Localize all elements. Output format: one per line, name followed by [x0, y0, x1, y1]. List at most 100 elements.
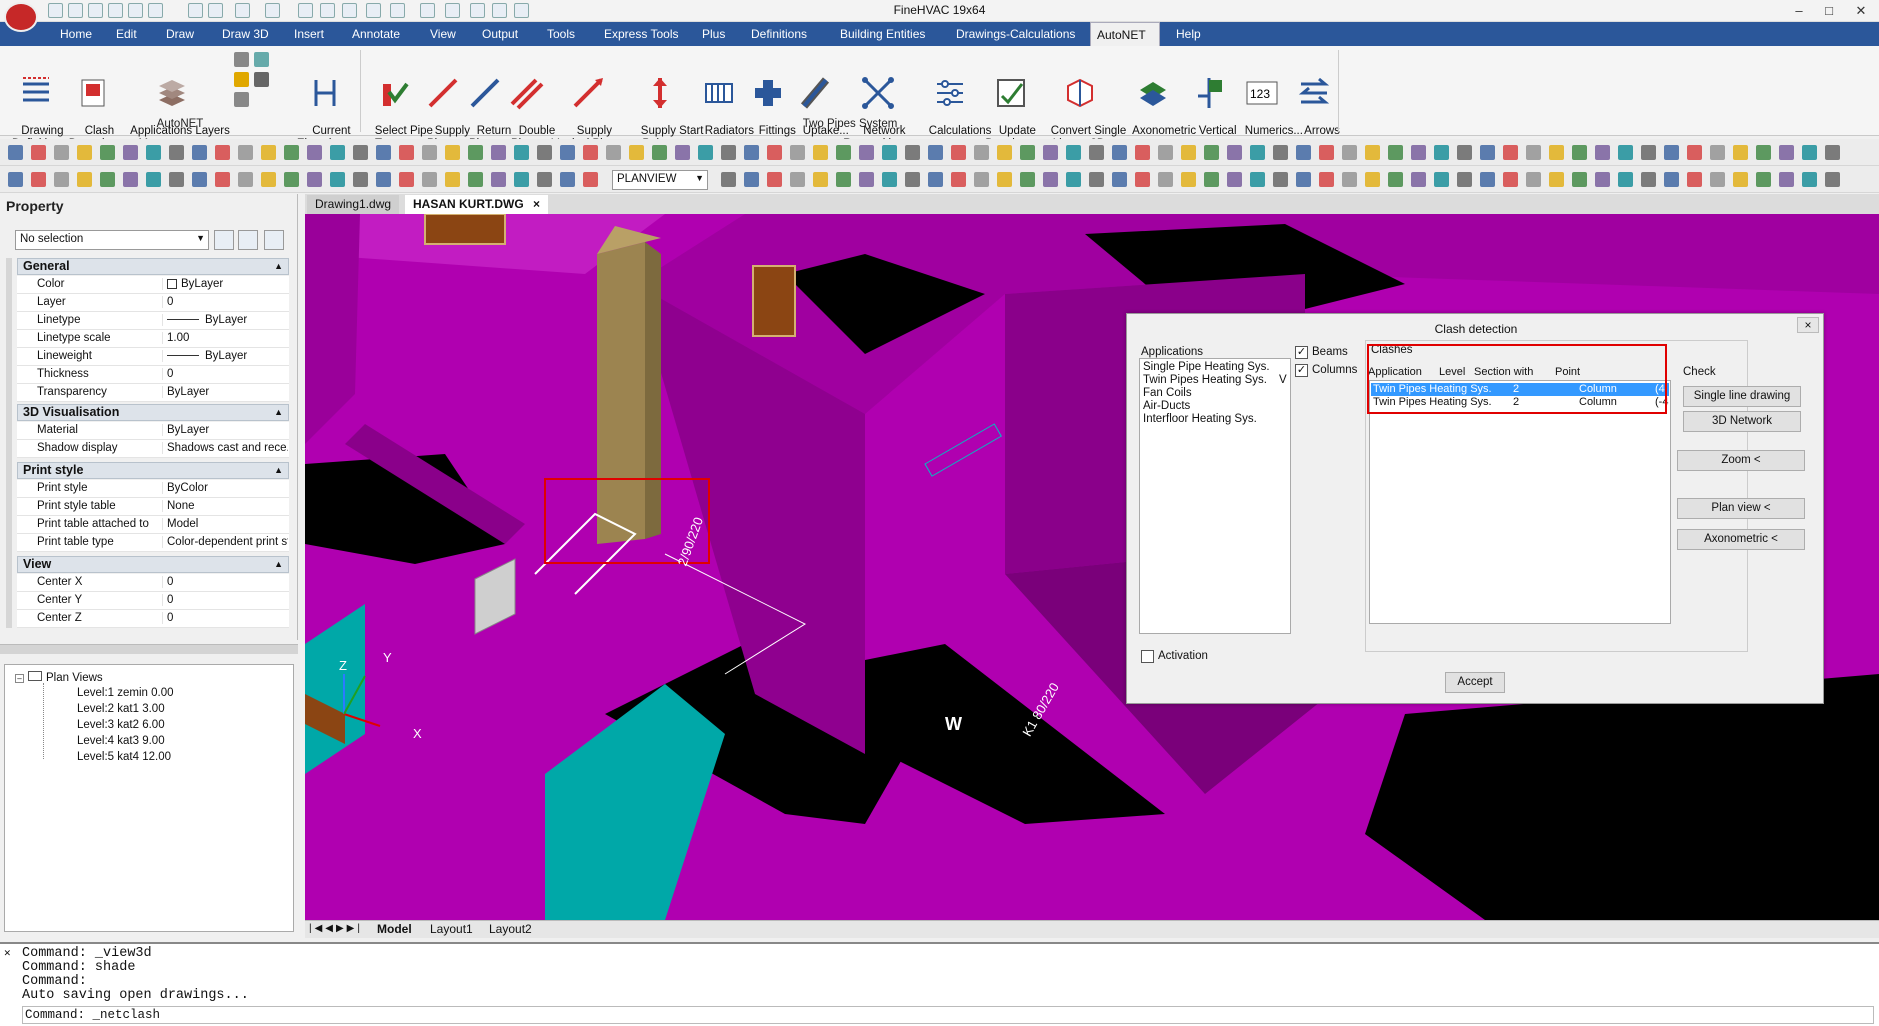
toolbar-tool-icon[interactable]	[767, 145, 782, 160]
toolbar-tool-icon[interactable]	[1572, 145, 1587, 160]
toolbar-tool-icon[interactable]	[261, 145, 276, 160]
doc-tab-hasan-kurt[interactable]: HASAN KURT.DWG ×	[405, 195, 549, 214]
toolbar-tool-icon[interactable]	[169, 172, 184, 187]
toolbar-tool-icon[interactable]	[1733, 172, 1748, 187]
toolbar-tool-icon[interactable]	[859, 172, 874, 187]
toolbar-tool-icon[interactable]	[238, 145, 253, 160]
activation-checkbox[interactable]	[1141, 650, 1154, 663]
toolbar-tool-icon[interactable]	[928, 172, 943, 187]
toolbar-tool-icon[interactable]	[652, 145, 667, 160]
toolbar-tool-icon[interactable]	[1089, 172, 1104, 187]
tab-draw[interactable]: Draw	[160, 22, 200, 46]
toolbar-tool-icon[interactable]	[1618, 145, 1633, 160]
toolbar-tool-icon[interactable]	[606, 145, 621, 160]
tab-drawings-calculations[interactable]: Drawings-Calculations	[950, 22, 1081, 46]
toolbar-tool-icon[interactable]	[1480, 172, 1495, 187]
toolbar-tool-icon[interactable]	[1434, 172, 1449, 187]
toolbar-tool-icon[interactable]	[813, 172, 828, 187]
toolbar-tool-icon[interactable]	[813, 145, 828, 160]
toolbar-tool-icon[interactable]	[1066, 145, 1081, 160]
tab-express-tools[interactable]: Express Tools	[598, 22, 684, 46]
toolbar-tool-icon[interactable]	[537, 172, 552, 187]
toolbar-tool-icon[interactable]	[721, 145, 736, 160]
toolbar-tool-icon[interactable]	[1227, 145, 1242, 160]
toolbar-tool-icon[interactable]	[1664, 145, 1679, 160]
toolbar-tool-icon[interactable]	[1296, 145, 1311, 160]
toolbar-tool-icon[interactable]	[1664, 172, 1679, 187]
toolbar-tool-icon[interactable]	[1480, 145, 1495, 160]
toolbar-tool-icon[interactable]	[997, 145, 1012, 160]
prop-row-print-table-attached[interactable]: Print table attached to Model	[17, 516, 289, 534]
tool-icon-1[interactable]	[234, 52, 249, 67]
prop-row-linetype[interactable]: Linetype ByLayer	[17, 312, 289, 330]
toolbar-tool-icon[interactable]	[629, 145, 644, 160]
toolbar-tool-icon[interactable]	[399, 172, 414, 187]
toolbar-tool-icon[interactable]	[951, 172, 966, 187]
toolbar-tool-icon[interactable]	[1135, 172, 1150, 187]
toolbar-tool-icon[interactable]	[1733, 145, 1748, 160]
prop-row-color[interactable]: Color ByLayer	[17, 276, 289, 294]
layout-nav-arrows-icon[interactable]: |◀◀▶▶|	[309, 923, 363, 934]
clashes-list[interactable]: Twin Pipes Heating Sys. 2 Column (4 Twin…	[1369, 380, 1671, 624]
toolbar-tool-icon[interactable]	[1756, 145, 1771, 160]
calculations-button[interactable]: Calculations	[916, 50, 991, 151]
application-item-twin-pipes[interactable]: Twin Pipes Heating Sys. V	[1143, 374, 1287, 386]
toolbar-tool-icon[interactable]	[376, 172, 391, 187]
toolbar-tool-icon[interactable]	[1595, 172, 1610, 187]
applications-list[interactable]: Single Pipe Heating Sys. Twin Pipes Heat…	[1139, 358, 1291, 634]
single-line-drawing-button[interactable]: Single line drawing	[1683, 386, 1801, 407]
toolbar-tool-icon[interactable]	[77, 145, 92, 160]
toolbar-tool-icon[interactable]	[974, 145, 989, 160]
toolbar-tool-icon[interactable]	[928, 145, 943, 160]
toolbar-tool-icon[interactable]	[698, 145, 713, 160]
toolbar-tool-icon[interactable]	[1526, 145, 1541, 160]
toolbar-tool-icon[interactable]	[54, 145, 69, 160]
prop-row-thickness[interactable]: Thickness 0	[17, 366, 289, 384]
toolbar-tool-icon[interactable]	[560, 145, 575, 160]
toolbar-tool-icon[interactable]	[330, 145, 345, 160]
toolbar-tool-icon[interactable]	[1319, 145, 1334, 160]
toolbar-tool-icon[interactable]	[353, 145, 368, 160]
columns-checkbox[interactable]: ✓	[1295, 364, 1308, 377]
toolbar-tool-icon[interactable]	[1779, 172, 1794, 187]
collapse-toggle-icon[interactable]: –	[15, 674, 24, 683]
toolbar-tool-icon[interactable]	[537, 145, 552, 160]
prop-row-transparency[interactable]: Transparency ByLayer	[17, 384, 289, 402]
toolbar-tool-icon[interactable]	[422, 172, 437, 187]
toolbar-tool-icon[interactable]	[744, 145, 759, 160]
toolbar-tool-icon[interactable]	[744, 172, 759, 187]
prop-row-linetype-scale[interactable]: Linetype scale 1.00	[17, 330, 289, 348]
toolbar-tool-icon[interactable]	[905, 145, 920, 160]
toolbar-tool-icon[interactable]	[836, 172, 851, 187]
toolbar-tool-icon[interactable]	[1825, 145, 1840, 160]
toolbar-tool-icon[interactable]	[192, 172, 207, 187]
tab-annotate[interactable]: Annotate	[346, 22, 406, 46]
toolbar-tool-icon[interactable]	[307, 172, 322, 187]
tab-layout2[interactable]: Layout2	[489, 922, 532, 936]
toolbar-tool-icon[interactable]	[468, 145, 483, 160]
toolbar-tool-icon[interactable]	[1135, 145, 1150, 160]
prop-row-shadow-display[interactable]: Shadow display Shadows cast and rece...	[17, 440, 289, 458]
toolbar-tool-icon[interactable]	[1250, 145, 1265, 160]
toolbar-tool-icon[interactable]	[859, 145, 874, 160]
toolbar-tool-icon[interactable]	[123, 145, 138, 160]
toolbar-tool-icon[interactable]	[1779, 145, 1794, 160]
toolbar-tool-icon[interactable]	[1434, 145, 1449, 160]
section-view[interactable]: View ▲	[17, 556, 289, 573]
prop-row-center-z[interactable]: Center Z 0	[17, 610, 289, 628]
tab-output[interactable]: Output	[476, 22, 524, 46]
toolbar-tool-icon[interactable]	[1296, 172, 1311, 187]
toolbar-tool-icon[interactable]	[54, 172, 69, 187]
toolbar-tool-icon[interactable]	[31, 145, 46, 160]
prop-row-center-x[interactable]: Center X 0	[17, 574, 289, 592]
toolbar-tool-icon[interactable]	[1618, 172, 1633, 187]
tab-plus[interactable]: Plus	[696, 22, 731, 46]
tool-icon-2[interactable]	[254, 52, 269, 67]
section-general[interactable]: General ▲	[17, 258, 289, 275]
tab-model[interactable]: Model	[377, 922, 412, 936]
toolbar-tool-icon[interactable]	[1710, 172, 1725, 187]
tab-definitions[interactable]: Definitions	[745, 22, 813, 46]
toolbar-tool-icon[interactable]	[215, 172, 230, 187]
toolbar-tool-icon[interactable]	[1020, 145, 1035, 160]
toolbar-tool-icon[interactable]	[721, 172, 736, 187]
